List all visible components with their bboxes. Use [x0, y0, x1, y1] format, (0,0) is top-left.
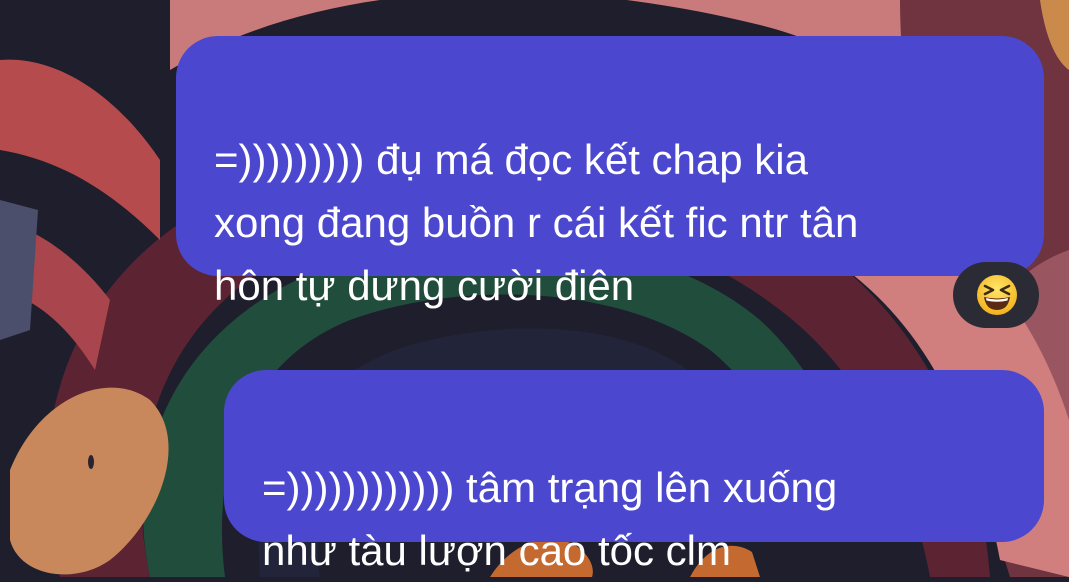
message-bubble[interactable]: =))))))))) đụ má đọc kết chap kia xong đ… — [176, 36, 1044, 309]
reaction-badge[interactable] — [953, 262, 1039, 328]
grinning-squinting-face-icon — [977, 275, 1017, 315]
message-bubble[interactable]: =)))))))))))) tâm trạng lên xuống như tà… — [224, 370, 1044, 574]
